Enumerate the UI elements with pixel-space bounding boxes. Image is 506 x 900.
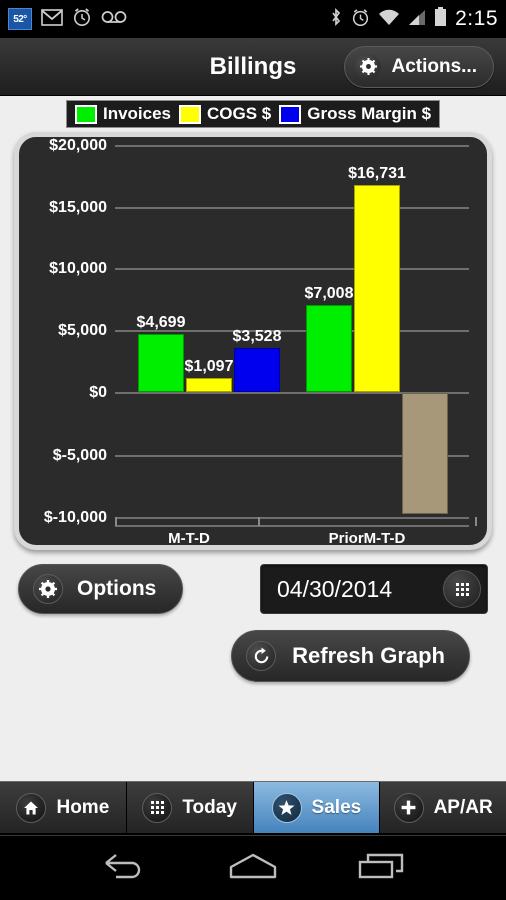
temperature-widget: 52° xyxy=(8,8,32,30)
tab-today[interactable]: Today xyxy=(126,782,254,833)
alarm-clock-icon xyxy=(72,7,92,31)
bluetooth-icon xyxy=(329,7,343,31)
y-axis-tick-label: $-10,000 xyxy=(43,509,107,526)
actions-button-label: Actions... xyxy=(391,55,477,77)
home-icon xyxy=(225,851,281,886)
tab-label: AP/AR xyxy=(433,796,493,818)
gridline xyxy=(115,145,469,147)
status-bar: 52° 2:15 xyxy=(0,0,506,38)
plus-icon xyxy=(393,792,424,823)
legend-label: Gross Margin $ xyxy=(307,104,432,123)
gridline xyxy=(115,517,469,519)
bar-label-invoices-mtd: $4,699 xyxy=(136,314,186,331)
star-icon xyxy=(271,792,302,823)
billings-bar-chart[interactable]: $20,000 $15,000 $10,000 $5,000 $0 $-5,00… xyxy=(14,132,492,550)
controls-row-primary: Options 04/30/2014 xyxy=(18,564,488,614)
tab-label: Home xyxy=(56,796,110,818)
bar-gross-margin-mtd[interactable] xyxy=(234,348,280,392)
chart-legend: Invoices COGS $ Gross Margin $ xyxy=(65,100,441,128)
bar-cogs-mtd[interactable] xyxy=(186,378,232,392)
y-axis-tick-label: $-5,000 xyxy=(52,447,107,464)
tab-sales[interactable]: Sales xyxy=(253,782,381,833)
y-axis-tick-label: $0 xyxy=(89,384,107,401)
refresh-graph-button[interactable]: Refresh Graph xyxy=(231,630,470,682)
home-icon xyxy=(16,792,47,823)
x-axis-tick xyxy=(115,517,117,526)
alarm-clock-icon xyxy=(351,8,370,31)
bar-invoices-prior-mtd[interactable] xyxy=(306,305,352,392)
legend-item: Gross Margin $ xyxy=(279,104,431,124)
status-bar-right-icons: 2:15 xyxy=(329,7,498,31)
tab-ap-ar[interactable]: AP/AR xyxy=(380,782,506,833)
chart-controls: Options 04/30/2014 Refresh Graph xyxy=(0,550,506,682)
date-picker-button[interactable] xyxy=(443,570,481,608)
legend-label: Invoices xyxy=(102,104,172,123)
bottom-tab-bar: Home Today Sales AP/AR xyxy=(0,781,506,835)
bar-cogs-prior-mtd[interactable] xyxy=(354,185,400,392)
options-button[interactable]: Options xyxy=(18,564,184,614)
legend-item: COGS $ xyxy=(179,104,271,124)
legend-swatch-gross-margin xyxy=(279,104,302,124)
legend-swatch-cogs xyxy=(179,104,202,124)
bar-label-invoices-prior-mtd: $7,008 xyxy=(304,285,354,302)
wifi-icon xyxy=(378,9,400,30)
grid-icon xyxy=(142,792,173,823)
refresh-icon xyxy=(246,641,277,671)
bar-label-gross-margin-mtd: $3,528 xyxy=(232,328,282,345)
date-input[interactable]: 04/30/2014 xyxy=(277,576,443,603)
y-axis-tick-label: $15,000 xyxy=(49,199,107,216)
gridline xyxy=(115,207,469,209)
date-field[interactable]: 04/30/2014 xyxy=(260,564,488,614)
bar-gross-margin-prior-mtd[interactable] xyxy=(402,393,448,514)
home-button[interactable] xyxy=(218,836,288,900)
voicemail-icon xyxy=(101,10,127,28)
chart-legend-container: Invoices COGS $ Gross Margin $ xyxy=(0,96,506,130)
tab-label: Sales xyxy=(311,796,362,818)
y-axis-tick-label: $10,000 xyxy=(49,260,107,277)
back-button[interactable] xyxy=(89,836,159,900)
legend-swatch-invoices xyxy=(74,104,97,124)
x-axis-tick xyxy=(258,517,260,526)
y-axis-tick-label: $5,000 xyxy=(58,322,107,339)
status-bar-left-icons: 52° xyxy=(8,7,127,31)
status-bar-clock: 2:15 xyxy=(455,7,498,30)
grid-icon xyxy=(455,582,469,596)
cellular-signal-icon xyxy=(408,9,426,30)
gridline xyxy=(115,268,469,270)
x-axis-group-label-mtd: M-T-D xyxy=(168,530,210,547)
gear-icon xyxy=(355,53,382,80)
tab-label: Today xyxy=(182,796,237,818)
battery-icon xyxy=(434,7,447,31)
tab-home[interactable]: Home xyxy=(0,782,127,833)
gmail-icon xyxy=(41,8,63,30)
bar-label-cogs-mtd: $1,097 xyxy=(184,358,234,375)
x-axis-line xyxy=(115,525,469,527)
bar-invoices-mtd[interactable] xyxy=(138,334,184,392)
options-button-label: Options xyxy=(77,577,157,600)
recents-button[interactable] xyxy=(347,836,417,900)
gear-icon xyxy=(33,574,63,604)
refresh-graph-label: Refresh Graph xyxy=(292,643,445,668)
android-navigation-bar xyxy=(0,835,506,900)
controls-row-secondary: Refresh Graph xyxy=(18,630,488,682)
back-icon xyxy=(102,851,146,886)
y-axis-tick-label: $20,000 xyxy=(49,137,107,154)
actions-button[interactable]: Actions... xyxy=(344,45,494,88)
recents-icon xyxy=(356,851,408,886)
legend-label: COGS $ xyxy=(207,104,272,123)
chart-plot-area: $20,000 $15,000 $10,000 $5,000 $0 $-5,00… xyxy=(19,137,487,545)
x-axis-group-label-prior-mtd: PriorM-T-D xyxy=(328,530,406,547)
legend-item: Invoices xyxy=(74,104,172,124)
bar-label-cogs-prior-mtd: $16,731 xyxy=(348,165,406,182)
action-bar: Billings Actions... xyxy=(0,38,506,96)
x-axis-tick xyxy=(475,517,477,526)
